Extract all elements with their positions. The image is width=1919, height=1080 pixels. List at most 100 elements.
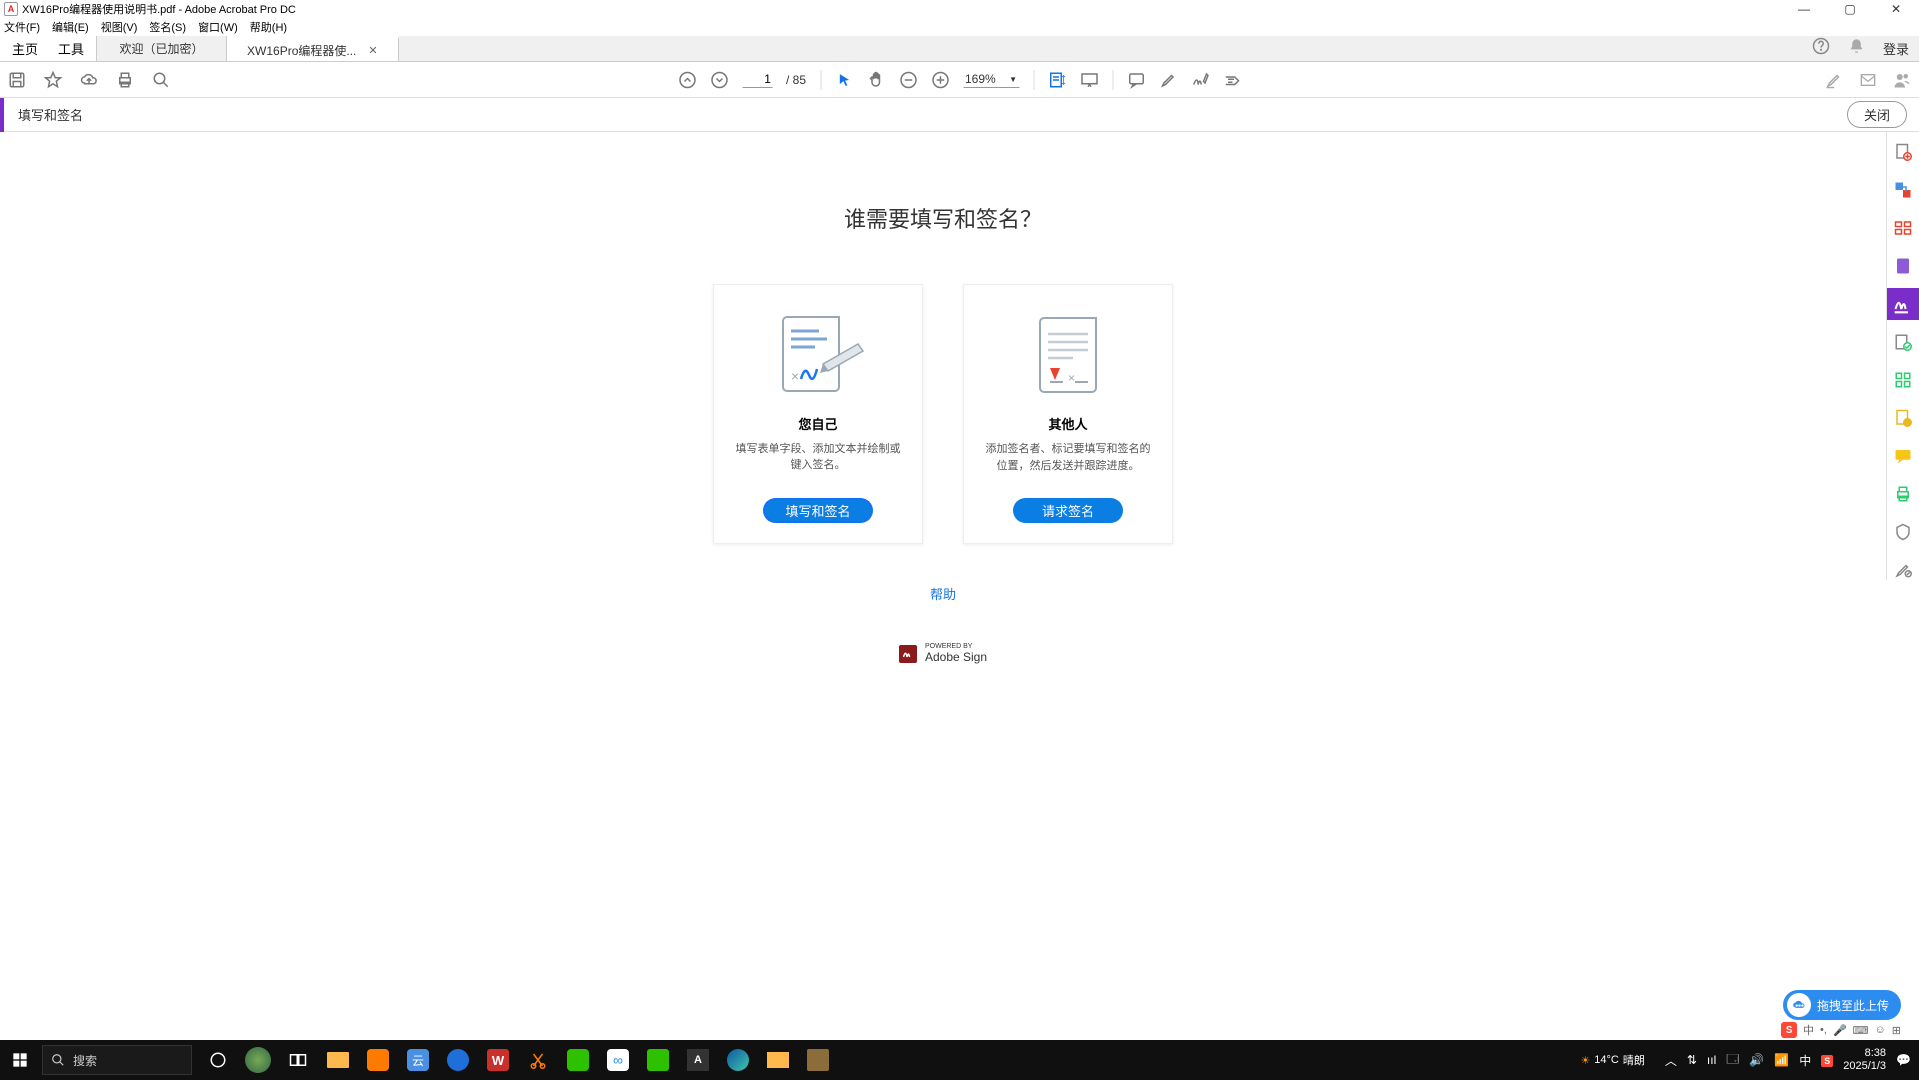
- tool-fill-sign-icon[interactable]: [1887, 288, 1919, 320]
- share-icon[interactable]: [1893, 71, 1911, 89]
- hand-icon[interactable]: [867, 71, 885, 89]
- ime-keyboard-icon[interactable]: ⌨: [1853, 1024, 1869, 1037]
- svg-text:×: ×: [791, 368, 799, 384]
- tray-sogou-icon[interactable]: S: [1821, 1053, 1833, 1067]
- weather-widget[interactable]: ☀ 14°C 晴朗: [1580, 1052, 1644, 1068]
- ime-mic-icon[interactable]: 🎤: [1833, 1024, 1847, 1037]
- maximize-button[interactable]: ▢: [1827, 0, 1873, 18]
- card-self-desc: 填写表单字段、添加文本并绘制或键入签名。: [724, 441, 912, 474]
- pointer-icon[interactable]: [835, 71, 853, 89]
- tab-welcome[interactable]: 欢迎（已加密）: [97, 36, 227, 61]
- upload-pill[interactable]: 拖拽至此上传: [1783, 990, 1901, 1020]
- help-link[interactable]: 帮助: [930, 584, 956, 603]
- edge-icon[interactable]: [718, 1040, 758, 1080]
- taskbar-clock[interactable]: 8:38 2025/1/3: [1843, 1047, 1886, 1073]
- tab-home[interactable]: 主页: [12, 39, 38, 58]
- card-self-title: 您自己: [798, 414, 837, 433]
- menu-file[interactable]: 文件(F): [4, 19, 40, 35]
- menu-sign[interactable]: 签名(S): [149, 19, 186, 35]
- ime-punct-icon[interactable]: •,: [1820, 1024, 1827, 1036]
- taskbar-folder-icon[interactable]: [758, 1040, 798, 1080]
- stamp-icon[interactable]: [1223, 71, 1241, 89]
- edit-icon[interactable]: [1825, 71, 1843, 89]
- taskbar-app-last[interactable]: [798, 1040, 838, 1080]
- comment-icon[interactable]: [1127, 71, 1145, 89]
- close-panel-button[interactable]: 关闭: [1847, 101, 1907, 128]
- wechat-icon[interactable]: [558, 1040, 598, 1080]
- taskbar-app-1[interactable]: [238, 1040, 278, 1080]
- start-button[interactable]: [0, 1040, 40, 1080]
- tray-sync-icon[interactable]: ⇅: [1687, 1053, 1697, 1067]
- acrobat-taskbar-icon[interactable]: A: [678, 1040, 718, 1080]
- minimize-button[interactable]: —: [1781, 0, 1827, 18]
- taskbar-app-green[interactable]: [638, 1040, 678, 1080]
- tray-net-icon[interactable]: ııl: [1707, 1053, 1716, 1067]
- search-icon[interactable]: [152, 71, 170, 89]
- highlight-icon[interactable]: [1159, 71, 1177, 89]
- request-sign-button[interactable]: 请求签名: [1013, 498, 1123, 523]
- email-icon[interactable]: [1859, 71, 1877, 89]
- tray-battery-icon[interactable]: 🗔: [1726, 1050, 1739, 1071]
- tool-print-green-icon[interactable]: [1893, 484, 1913, 504]
- tool-create-pdf-icon[interactable]: [1893, 142, 1913, 162]
- file-explorer-icon[interactable]: [318, 1040, 358, 1080]
- tray-wifi-icon[interactable]: 📶: [1774, 1053, 1789, 1067]
- taskbar-app-orange[interactable]: [358, 1040, 398, 1080]
- fit-width-icon[interactable]: [1048, 71, 1066, 89]
- tray-ime-label[interactable]: 中: [1799, 1052, 1811, 1069]
- signature-icon[interactable]: [1191, 71, 1209, 89]
- taskbar-app-blue[interactable]: [438, 1040, 478, 1080]
- card-others-desc: 添加签名者、标记要填写和签名的位置，然后发送并跟踪进度。: [974, 441, 1162, 474]
- tool-redact-icon[interactable]: [1893, 408, 1913, 428]
- tool-organize-icon[interactable]: [1893, 332, 1913, 352]
- menu-window[interactable]: 窗口(W): [198, 19, 238, 35]
- login-link[interactable]: 登录: [1883, 39, 1909, 58]
- window-title: XW16Pro编程器使用说明书.pdf - Adobe Acrobat Pro …: [22, 1, 296, 17]
- fit-page-icon[interactable]: [1080, 71, 1098, 89]
- tab-tools[interactable]: 工具: [58, 39, 84, 58]
- page-number-input[interactable]: [742, 71, 772, 88]
- taskbar-app-snip[interactable]: [518, 1040, 558, 1080]
- cloud-icon[interactable]: [80, 71, 98, 89]
- help-icon[interactable]: [1812, 37, 1830, 60]
- tool-more-icon[interactable]: [1893, 560, 1913, 580]
- close-button[interactable]: ✕: [1873, 0, 1919, 18]
- bell-icon[interactable]: [1848, 38, 1865, 60]
- question-heading: 谁需要填写和签名？: [844, 202, 1042, 234]
- tab-close-icon[interactable]: ✕: [368, 44, 377, 57]
- menu-edit[interactable]: 编辑(E): [52, 19, 89, 35]
- separator: [1033, 70, 1034, 90]
- page-up-icon[interactable]: [678, 71, 696, 89]
- ime-grid-icon[interactable]: ⊞: [1892, 1024, 1901, 1037]
- tool-compress-icon[interactable]: [1893, 370, 1913, 390]
- fill-sign-button[interactable]: 填写和签名: [763, 498, 873, 523]
- tool-export-icon[interactable]: [1893, 256, 1913, 276]
- tab-document[interactable]: XW16Pro编程器使... ✕: [227, 36, 399, 61]
- tray-volume-icon[interactable]: 🔊: [1749, 1053, 1764, 1067]
- ime-face-icon[interactable]: ☺: [1875, 1024, 1886, 1036]
- taskbar-app-w[interactable]: W: [478, 1040, 518, 1080]
- ime-floating-bar[interactable]: S 中 •, 🎤 ⌨ ☺ ⊞: [1781, 1020, 1901, 1040]
- tool-combine-icon[interactable]: [1893, 180, 1913, 200]
- notifications-icon[interactable]: 💬: [1896, 1053, 1911, 1067]
- taskbar-app-cloud[interactable]: 云: [398, 1040, 438, 1080]
- tool-edit-icon[interactable]: [1893, 218, 1913, 238]
- menu-help[interactable]: 帮助(H): [250, 19, 287, 35]
- menu-view[interactable]: 视图(V): [101, 19, 138, 35]
- page-down-icon[interactable]: [710, 71, 728, 89]
- zoom-in-icon[interactable]: [931, 71, 949, 89]
- zoom-out-icon[interactable]: [899, 71, 917, 89]
- taskbar-search[interactable]: 搜索: [42, 1045, 192, 1075]
- task-view-icon[interactable]: [278, 1040, 318, 1080]
- tray-chevron-icon[interactable]: ︿: [1665, 1052, 1677, 1069]
- tool-protect-icon[interactable]: [1893, 522, 1913, 542]
- save-icon[interactable]: [8, 71, 26, 89]
- print-icon[interactable]: [116, 71, 134, 89]
- cortana-circle-icon[interactable]: [198, 1040, 238, 1080]
- star-icon[interactable]: [44, 71, 62, 89]
- tool-comment-yellow-icon[interactable]: [1893, 446, 1913, 466]
- page-total-label: / 85: [786, 73, 806, 87]
- zoom-select[interactable]: 169%▼: [963, 71, 1019, 88]
- taskbar-app-white[interactable]: ∞: [598, 1040, 638, 1080]
- fill-sign-title: 填写和签名: [18, 105, 83, 124]
